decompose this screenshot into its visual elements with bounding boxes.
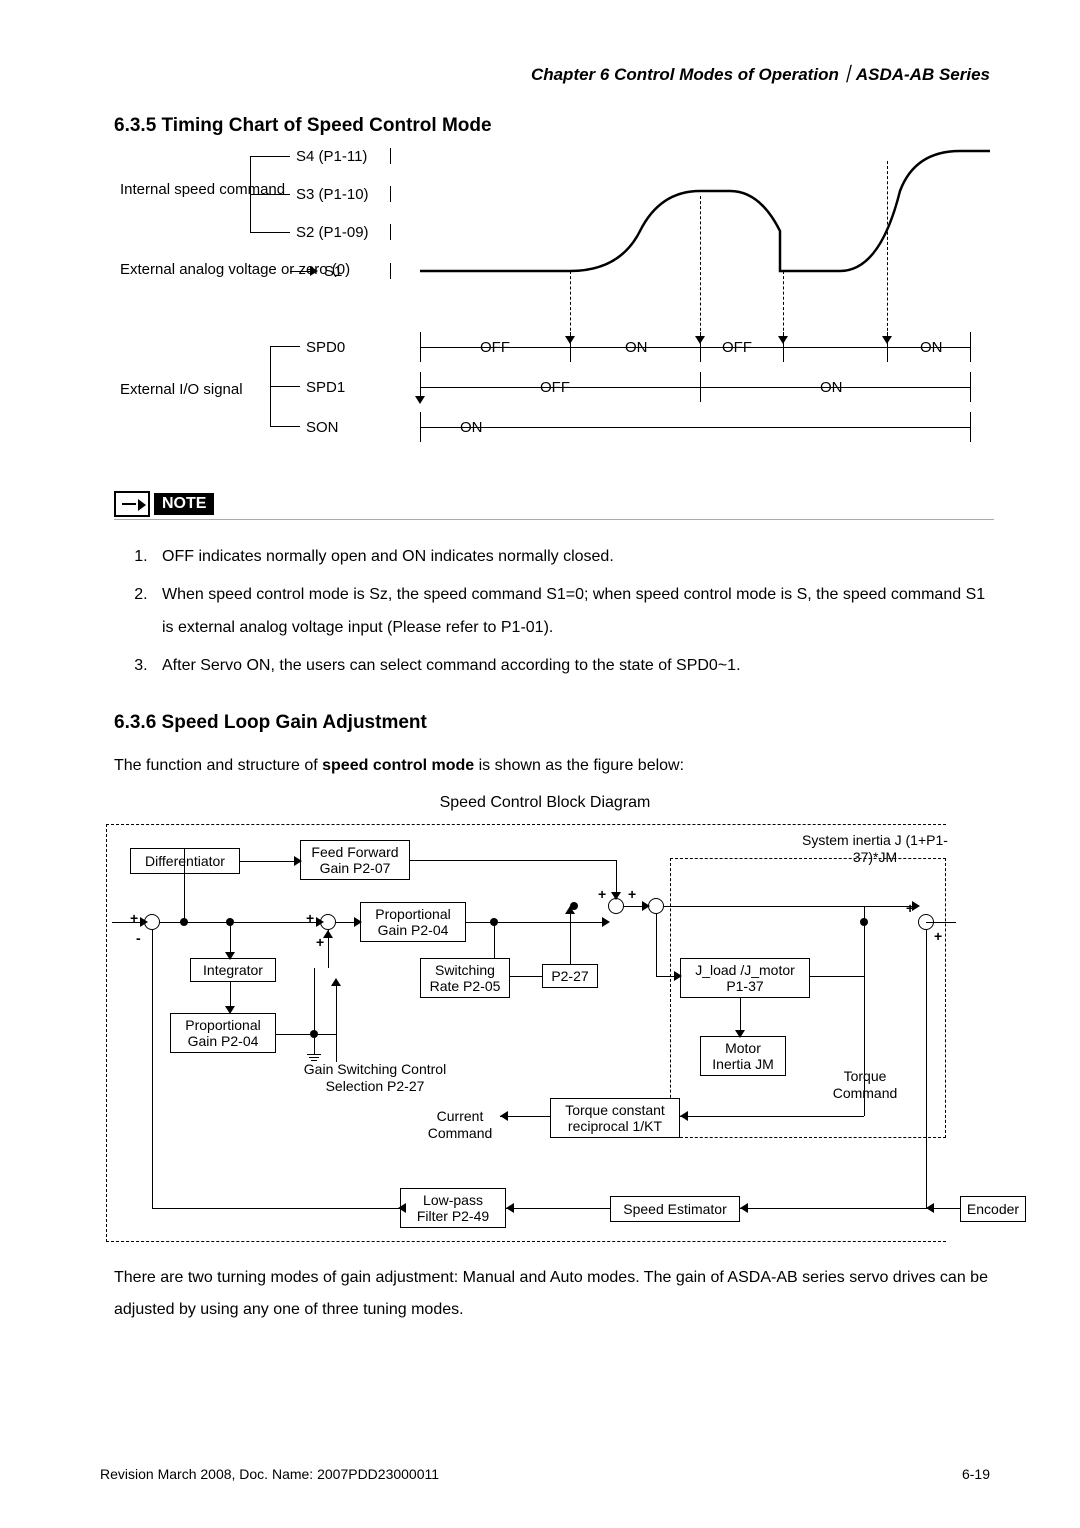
- ground-icon: [307, 1054, 321, 1061]
- label-s1: S1: [324, 263, 342, 280]
- spd0-on1: ON: [625, 339, 648, 356]
- box-ff-gain: Feed Forward Gain P2-07: [300, 840, 410, 880]
- lbl-torque-cmd: Torque Command: [825, 1068, 905, 1102]
- box-switching-rate: Switching Rate P2-05: [420, 958, 510, 998]
- lbl-system-inertia: System inertia J (1+P1-37)*JM: [800, 832, 950, 866]
- speed-control-block-diagram: Differentiator Feed Forward Gain P2-07 P…: [100, 818, 990, 1248]
- speed-waveform: [420, 141, 990, 291]
- note-list: OFF indicates normally open and ON indic…: [130, 540, 990, 682]
- spd1-on: ON: [820, 379, 843, 396]
- box-prop-gain: Proportional Gain P2-04: [360, 902, 466, 942]
- box-p2-27: P2-27: [542, 964, 598, 988]
- label-spd1: SPD1: [306, 379, 345, 396]
- box-prop-gain2: Proportional Gain P2-04: [170, 1013, 276, 1053]
- label-internal-speed: Internal speed command: [120, 181, 285, 198]
- label-s2: S2 (P1-09): [296, 224, 369, 241]
- intro636-c: is shown as the figure below:: [474, 757, 684, 774]
- box-speed-est: Speed Estimator: [610, 1196, 740, 1222]
- spd1-off: OFF: [540, 379, 570, 396]
- label-s3: S3 (P1-10): [296, 186, 369, 203]
- page-header: Chapter 6 Control Modes of Operation｜ASD…: [100, 60, 990, 85]
- timing-chart-diagram: Internal speed command External analog v…: [120, 151, 990, 471]
- son-on: ON: [460, 419, 483, 436]
- note-item-3: After Servo ON, the users can select com…: [152, 649, 990, 683]
- box-jload: J_load /J_motor P1-37: [680, 958, 810, 998]
- footer-right: 6-19: [962, 1466, 990, 1482]
- box-integrator: Integrator: [190, 958, 276, 982]
- box-torque-const: Torque constant reciprocal 1/KT: [550, 1098, 680, 1138]
- para-bottom: There are two turning modes of gain adju…: [114, 1262, 990, 1326]
- label-s4: S4 (P1-11): [296, 148, 367, 165]
- intro636-b: speed control mode: [322, 757, 474, 774]
- box-lowpass: Low-pass Filter P2-49: [400, 1188, 506, 1228]
- note-badge: NOTE: [154, 493, 214, 515]
- note-icon: [114, 491, 150, 517]
- footer-left: Revision March 2008, Doc. Name: 2007PDD2…: [100, 1466, 439, 1482]
- label-external-io: External I/O signal: [120, 381, 243, 398]
- spd0-off2: OFF: [722, 339, 752, 356]
- intro636-a: The function and structure of: [114, 757, 322, 774]
- section-6-3-6-title: 6.3.6 Speed Loop Gain Adjustment: [114, 712, 990, 734]
- lbl-current-cmd: Current Command: [420, 1108, 500, 1142]
- note-item-2: When speed control mode is Sz, the speed…: [152, 578, 990, 645]
- spd0-on2: ON: [920, 339, 943, 356]
- lbl-gain-switch: Gain Switching Control Selection P2-27: [300, 1061, 450, 1095]
- box-motor-inertia: Motor Inertia JM: [700, 1036, 786, 1076]
- section-6-3-5-title: 6.3.5 Timing Chart of Speed Control Mode: [114, 115, 990, 137]
- note-item-1: OFF indicates normally open and ON indic…: [152, 540, 990, 574]
- spd0-off1: OFF: [480, 339, 510, 356]
- label-spd0: SPD0: [306, 339, 345, 356]
- note-heading: NOTE: [114, 491, 994, 520]
- block-diagram-title: Speed Control Block Diagram: [100, 794, 990, 812]
- box-differentiator: Differentiator: [130, 848, 240, 874]
- box-encoder: Encoder: [960, 1196, 1026, 1222]
- intro-636: The function and structure of speed cont…: [114, 750, 990, 782]
- label-son: SON: [306, 419, 339, 436]
